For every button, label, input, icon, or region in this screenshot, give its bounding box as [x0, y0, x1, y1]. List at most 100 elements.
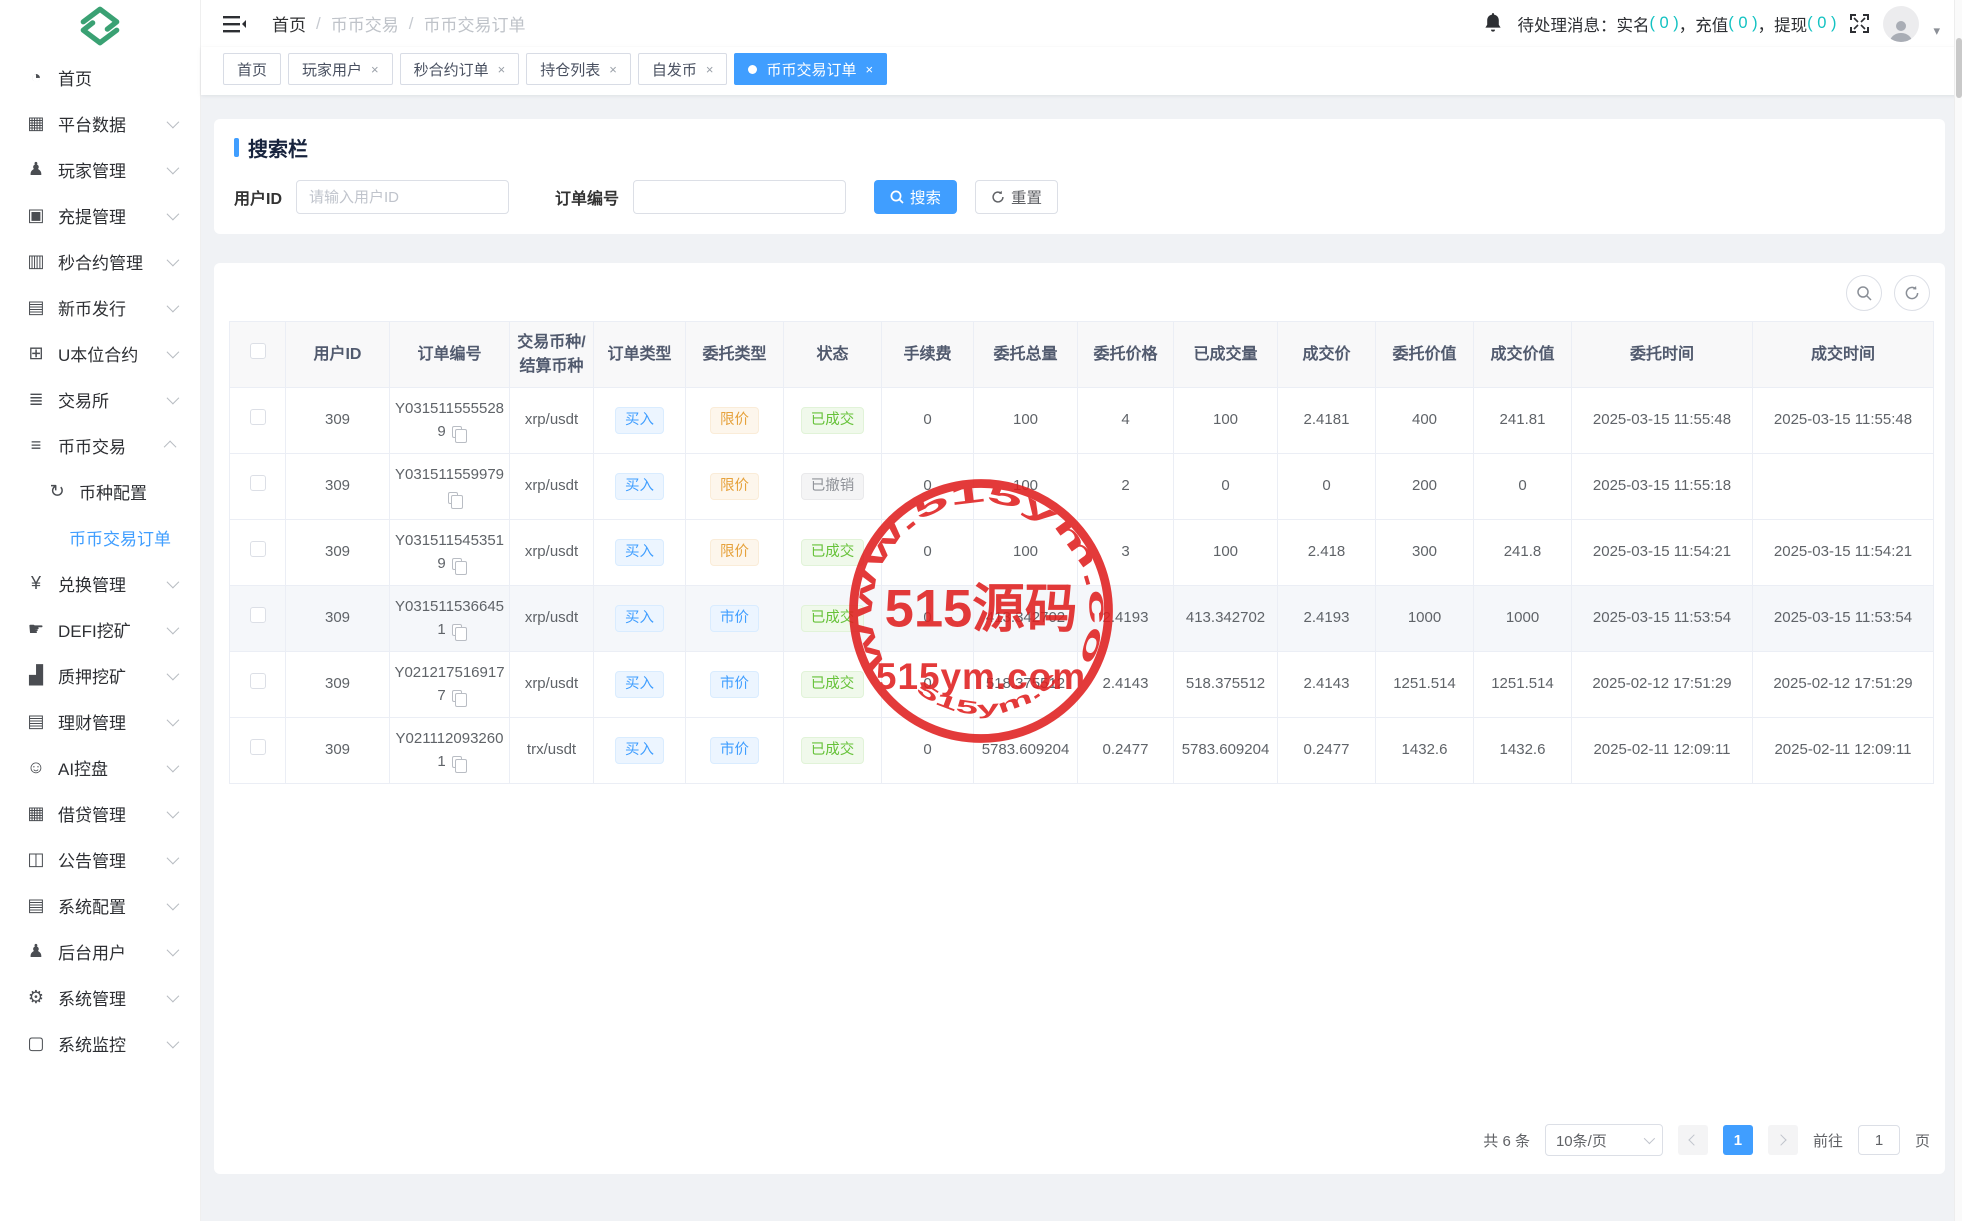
sidebar-item-coin-trade[interactable]: ≡ 币币交易	[0, 422, 200, 468]
chevron-down-icon	[166, 713, 180, 726]
cell-user_id: 309	[285, 651, 390, 718]
fullscreen-icon[interactable]	[1850, 14, 1870, 33]
sidebar-item-swap-management[interactable]: ¥ 兑换管理	[0, 560, 200, 606]
column-header-deal_price: 成交价	[1277, 321, 1376, 388]
sidebar-item-label: 后台用户	[58, 943, 126, 963]
chevron-down-icon	[1643, 1132, 1656, 1145]
user-id-input[interactable]	[296, 180, 510, 214]
tab-home[interactable]: 首页	[223, 53, 282, 85]
tab-coin-trade-orders[interactable]: 币币交易订单 ×	[734, 53, 888, 85]
tab-label: 持仓列表	[540, 61, 601, 79]
cell-filled: 0	[1173, 453, 1278, 520]
reset-button[interactable]: 重置	[975, 180, 1059, 214]
row-select-cell	[229, 651, 286, 718]
row-checkbox[interactable]	[249, 606, 266, 623]
cell-entrust_time: 2025-02-11 12:09:11	[1571, 717, 1753, 784]
row-checkbox[interactable]	[249, 672, 266, 689]
cell-pair: xrp/usdt	[509, 387, 594, 454]
wealth-doc-icon: ▤	[27, 710, 45, 731]
pending-count-1[interactable]: ( 0 )	[1649, 14, 1678, 33]
sidebar-item-system-management[interactable]: ⚙ 系统管理	[0, 974, 200, 1020]
sidebar-item-admin-users[interactable]: ♟ 后台用户	[0, 928, 200, 974]
cell-fee: 0	[881, 387, 974, 454]
sidebar-item-ai-control[interactable]: ☺ AI控盘	[0, 744, 200, 790]
row-checkbox[interactable]	[249, 738, 266, 755]
sidebar-item-coin-config[interactable]: ↻ 币种配置	[0, 468, 200, 514]
cell-price: 2.4143	[1077, 651, 1174, 718]
sidebar-item-player-management[interactable]: ♟ 玩家管理	[0, 146, 200, 192]
row-checkbox[interactable]	[249, 540, 266, 557]
table-row: 309 Y0315115555289 xrp/usdt 买入 限价 已成交 0 100 4 100…	[229, 387, 1934, 454]
close-icon[interactable]: ×	[371, 62, 379, 77]
sidebar-item-system-config[interactable]: ▤ 系统配置	[0, 882, 200, 928]
tab-position-list[interactable]: 持仓列表 ×	[526, 53, 631, 85]
copy-icon[interactable]	[451, 755, 467, 773]
pending-label-3[interactable]: 提现	[1774, 12, 1807, 36]
close-icon[interactable]: ×	[609, 62, 617, 77]
sidebar-item-system-monitor[interactable]: ▢ 系统监控	[0, 1020, 200, 1066]
copy-icon[interactable]	[451, 689, 467, 707]
sidebar-item-coin-trade-orders[interactable]: 币币交易订单	[0, 514, 200, 560]
copy-icon[interactable]	[451, 425, 467, 443]
pending-label-1[interactable]: 实名	[1616, 12, 1649, 36]
sidebar-item-home[interactable]: ◔ 首页	[0, 54, 200, 100]
sidebar-item-seconds-contract[interactable]: ▥ 秒合约管理	[0, 238, 200, 284]
goto-page-input[interactable]	[1857, 1125, 1900, 1155]
close-icon[interactable]: ×	[498, 62, 506, 77]
pending-count-3[interactable]: ( 0 )	[1807, 14, 1836, 33]
breadcrumb-item[interactable]: 币币交易订单	[423, 11, 525, 36]
pending-label-2[interactable]: 充值	[1695, 12, 1728, 36]
sidebar-item-defi-mining[interactable]: ☛ DEFI挖矿	[0, 606, 200, 652]
order-no-input[interactable]	[633, 180, 847, 214]
close-icon[interactable]: ×	[706, 62, 714, 77]
sidebar-item-new-coin-issue[interactable]: ▤ 新币发行	[0, 284, 200, 330]
tab-seconds-contract-orders[interactable]: 秒合约订单 ×	[399, 53, 520, 85]
tab-player-users[interactable]: 玩家用户 ×	[288, 53, 393, 85]
search-button[interactable]: 搜索	[874, 180, 958, 214]
sidebar-item-wealth-management[interactable]: ▤ 理财管理	[0, 698, 200, 744]
next-page-button[interactable]	[1767, 1125, 1798, 1155]
copy-icon[interactable]	[451, 557, 467, 575]
cell-entrust_value: 300	[1375, 519, 1474, 586]
bell-icon[interactable]	[1483, 13, 1503, 34]
select-all-checkbox[interactable]	[249, 342, 266, 359]
cell-total: 100	[973, 387, 1078, 454]
pending-count-2[interactable]: ( 0 )	[1728, 14, 1757, 33]
toolbar-search-button[interactable]	[1846, 275, 1882, 311]
column-header-entrust_type: 委托类型	[685, 321, 784, 388]
cell-filled: 100	[1173, 387, 1278, 454]
collapse-sidebar-icon[interactable]	[223, 14, 246, 34]
tab-self-issued-coin[interactable]: 自发币 ×	[637, 53, 728, 85]
close-icon[interactable]: ×	[865, 62, 873, 77]
user-avatar[interactable]	[1883, 5, 1920, 42]
sidebar-item-staking-mining[interactable]: ▟ 质押挖矿	[0, 652, 200, 698]
seconds-contract-icon: ▥	[27, 250, 45, 271]
sidebar-item-exchange[interactable]: ≣ 交易所	[0, 376, 200, 422]
sidebar-item-label: DEFI挖矿	[58, 621, 131, 641]
row-checkbox[interactable]	[249, 474, 266, 491]
scrollbar-thumb[interactable]	[1956, 38, 1962, 98]
cell-deal_value: 241.81	[1473, 387, 1572, 454]
sidebar-item-announcement[interactable]: ◫ 公告管理	[0, 836, 200, 882]
toolbar-refresh-button[interactable]	[1894, 275, 1930, 311]
copy-icon[interactable]	[447, 491, 463, 509]
breadcrumb-item[interactable]: 币币交易	[331, 11, 399, 36]
browser-scrollbar[interactable]	[1954, 0, 1962, 1221]
user-menu-caret-icon[interactable]: ▾	[1933, 23, 1940, 39]
row-checkbox[interactable]	[249, 408, 266, 425]
chevron-down-icon	[166, 851, 180, 864]
chevron-down-icon	[166, 253, 180, 266]
table-row: 309 Y0212175169177 xrp/usdt 买入 市价 已成交 0 518.375…	[229, 651, 1934, 718]
sidebar-item-deposit-withdraw[interactable]: ▣ 充提管理	[0, 192, 200, 238]
sidebar-item-platform-data[interactable]: ▦ 平台数据	[0, 100, 200, 146]
page-size-select[interactable]: 10条/页	[1544, 1124, 1663, 1156]
cell-deal_price: 2.4143	[1277, 651, 1376, 718]
sidebar-item-loan-management[interactable]: ▦ 借贷管理	[0, 790, 200, 836]
copy-icon[interactable]	[451, 623, 467, 641]
current-page-button[interactable]: 1	[1722, 1125, 1753, 1155]
cell-status: 已成交	[783, 387, 882, 454]
sidebar-item-u-margin-contract[interactable]: ⊞ U本位合约	[0, 330, 200, 376]
prev-page-button[interactable]	[1677, 1125, 1708, 1155]
app-logo[interactable]	[0, 0, 200, 52]
breadcrumb-item[interactable]: 首页	[272, 11, 306, 36]
